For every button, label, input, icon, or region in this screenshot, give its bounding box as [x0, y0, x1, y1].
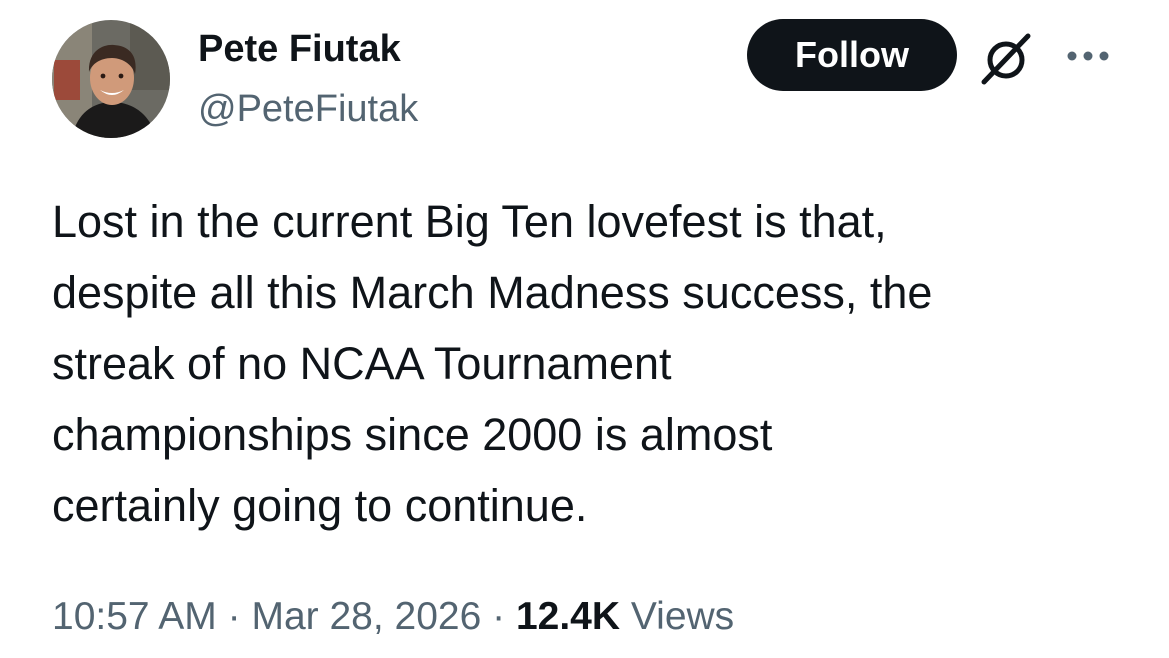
tweet-line: despite all this March Madness success, …	[52, 267, 933, 318]
tweet-meta: 10:57 AM · Mar 28, 2026 · 12.4K Views	[52, 592, 734, 642]
tweet-line: certainly going to continue.	[52, 480, 588, 531]
author-handle[interactable]: @PeteFiutak	[198, 86, 418, 132]
tweet-date[interactable]: Mar 28, 2026	[251, 595, 481, 638]
grok-icon[interactable]	[978, 30, 1034, 86]
tweet-time[interactable]: 10:57 AM	[52, 595, 217, 638]
more-options-icon[interactable]	[1064, 44, 1112, 68]
tweet-line: championships since 2000 is almost	[52, 409, 773, 460]
tweet-line: Lost in the current Big Ten lovefest is …	[52, 196, 887, 247]
meta-separator: ·	[216, 595, 252, 638]
avatar[interactable]	[52, 20, 170, 138]
tweet-line: streak of no NCAA Tournament	[52, 338, 672, 389]
follow-button[interactable]: Follow	[747, 19, 957, 91]
tweet-text: Lost in the current Big Ten lovefest is …	[52, 186, 1112, 541]
views-count[interactable]: 12.4K	[516, 595, 620, 638]
views-label: Views	[630, 595, 735, 638]
meta-separator: ·	[481, 595, 516, 638]
author-display-name[interactable]: Pete Fiutak	[198, 26, 401, 72]
